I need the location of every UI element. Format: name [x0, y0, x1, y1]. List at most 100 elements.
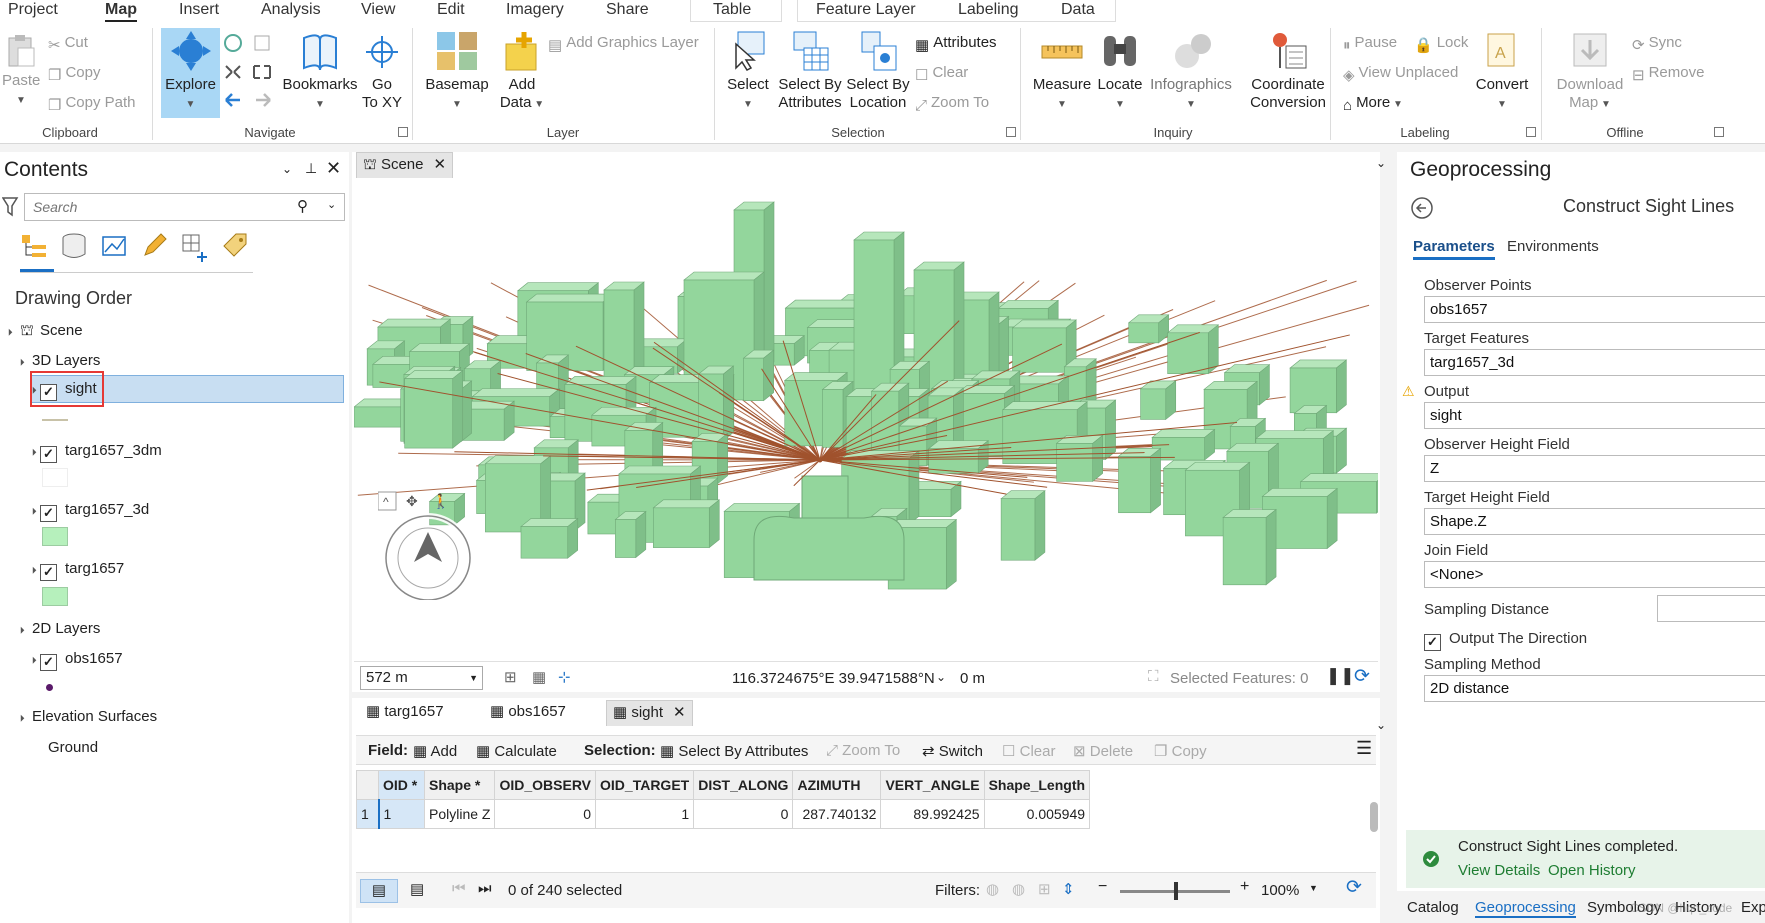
target-height-field-select[interactable]: Shape.Z [1424, 508, 1765, 535]
navigate-launcher-icon[interactable] [398, 127, 408, 137]
copy-button[interactable]: ❐ Copy [48, 64, 100, 85]
layer-targ1657-3d[interactable]: ✓ targ1657_3d [25, 501, 149, 522]
coordinate-conversion-button[interactable]: Coordinate Conversion [1236, 30, 1340, 112]
cell[interactable]: 0.005949 [983, 799, 1091, 829]
expand-triangle-icon[interactable] [13, 623, 25, 634]
tab-catalog[interactable]: Catalog [1407, 899, 1459, 916]
selection-launcher-icon[interactable] [1006, 127, 1016, 137]
tab-environments[interactable]: Environments [1507, 238, 1599, 255]
contents-search-input[interactable] [33, 195, 303, 219]
table-row[interactable]: 1 1 Polyline Z 0 1 0 287.740132 89.99242… [356, 799, 1091, 829]
ground-surface[interactable]: Ground [48, 739, 98, 756]
calculate-field-button[interactable]: ▦ Calculate [476, 742, 557, 760]
tab-project[interactable]: Project [8, 0, 58, 22]
scene-canvas[interactable]: ^ ✥ 🚶 [354, 180, 1378, 660]
chevron-down-icon[interactable]: ▼ [1309, 883, 1318, 893]
observer-height-field-select[interactable]: Z [1424, 455, 1765, 482]
2d-layers-node[interactable]: 2D Layers [13, 620, 100, 637]
layer-visibility-checkbox[interactable]: ✓ [40, 384, 57, 401]
previous-record-icon[interactable]: ⏮ [452, 880, 466, 897]
next-record-icon[interactable]: ⏭ [478, 880, 492, 897]
filter-definition-icon[interactable]: ⊞ [1038, 880, 1051, 898]
show-selected-records-icon[interactable]: ▤ [410, 880, 424, 898]
expand-triangle-icon[interactable] [13, 711, 25, 722]
cell[interactable]: 1 [377, 799, 425, 829]
close-icon[interactable]: ✕ [673, 704, 686, 721]
refresh-icon[interactable]: ⟳ [1346, 876, 1362, 899]
expand-triangle-icon[interactable] [25, 383, 37, 394]
snapping-icon[interactable]: ⊹ [558, 668, 571, 686]
table-clear-button[interactable]: ☐ Clear [1002, 742, 1055, 760]
tab-analysis[interactable]: Analysis [261, 0, 321, 22]
output-direction-checkbox[interactable]: ✓ [1424, 634, 1441, 651]
download-map-button[interactable]: Download Map ▼ [1552, 30, 1628, 114]
explore-button[interactable]: Explore ▼ [163, 30, 218, 114]
column-header[interactable]: OID_OBSERV [494, 770, 597, 800]
tab-insert[interactable]: Insert [179, 0, 219, 22]
add-graphics-layer-button[interactable]: ▤ Add Graphics Layer [548, 34, 699, 55]
layer-visibility-checkbox[interactable]: ✓ [40, 654, 57, 671]
tab-obs1657-table[interactable]: ▦ obs1657 [490, 700, 566, 726]
refresh-icon[interactable]: ⟳ [1354, 665, 1370, 688]
sort-icon[interactable]: ⇕ [1062, 880, 1075, 898]
pane-options-chevron-icon[interactable]: ⌄ [282, 162, 292, 176]
list-by-editing-icon[interactable] [140, 232, 168, 260]
navigator-control[interactable]: ^ ✥ 🚶 [378, 490, 478, 600]
convert-button[interactable]: A Convert ▼ [1472, 30, 1532, 114]
cell[interactable]: 89.992425 [880, 799, 985, 829]
cut-button[interactable]: ✂ Cut [48, 34, 88, 55]
remove-offline-button[interactable]: ⊟ Remove [1632, 64, 1704, 85]
3d-layers-node[interactable]: 3D Layers [13, 352, 100, 369]
bookmarks-button[interactable]: Bookmarks ▼ [280, 32, 360, 114]
zoom-slider-handle[interactable] [1174, 882, 1178, 900]
elevation-surfaces-node[interactable]: Elevation Surfaces [13, 708, 157, 725]
sync-button[interactable]: ⟳ Sync [1632, 34, 1682, 55]
cell[interactable]: 0 [494, 799, 597, 829]
pause-drawing-icon[interactable]: ❚❚ [1326, 666, 1355, 686]
select-by-attributes-button[interactable]: Select By Attributes [772, 30, 848, 112]
column-header[interactable]: OID * [378, 770, 425, 800]
output-direction-checkbox-row[interactable]: ✓ Output The Direction [1424, 630, 1587, 651]
switch-selection-button[interactable]: ⇄ Switch [922, 742, 983, 760]
locate-button[interactable]: Locate ▼ [1090, 30, 1150, 114]
view-details-link[interactable]: View Details [1458, 862, 1540, 879]
row-number[interactable]: 1 [356, 799, 379, 829]
layer-targ1657-3dm[interactable]: ✓ targ1657_3dm [25, 442, 162, 463]
open-history-link[interactable]: Open History [1548, 862, 1636, 879]
warning-icon[interactable]: ⚠ [1402, 383, 1415, 400]
cell[interactable]: 287.740132 [792, 799, 882, 829]
tab-export[interactable]: Exp [1741, 899, 1765, 916]
output-input[interactable]: sight [1424, 402, 1765, 429]
pause-labeling-button[interactable]: ⏸ Pause [1343, 34, 1397, 55]
list-by-selection-icon[interactable] [100, 232, 128, 260]
lock-labeling-button[interactable]: 🔒 Lock [1414, 34, 1468, 55]
list-by-snapping-icon[interactable] [180, 232, 210, 262]
more-labeling-button[interactable]: ⌂ More ▼ [1343, 94, 1403, 115]
tab-data[interactable]: Data [1061, 0, 1095, 22]
layer-obs1657[interactable]: ✓ obs1657 [25, 650, 123, 671]
column-header[interactable]: Shape * [423, 770, 496, 800]
filter-extent-icon[interactable]: ◍ [986, 880, 999, 898]
cell[interactable]: 1 [595, 799, 695, 829]
expand-triangle-icon[interactable] [13, 355, 25, 366]
tab-sight-table[interactable]: ▦ sight ✕ [606, 700, 693, 726]
tab-scene[interactable]: ⛫ Scene ✕ [356, 152, 454, 178]
close-icon[interactable]: ✕ [326, 158, 341, 179]
zoom-out-icon[interactable]: − [1098, 878, 1107, 896]
layer-visibility-checkbox[interactable]: ✓ [40, 505, 57, 522]
infographics-button[interactable]: Infographics ▼ [1147, 30, 1235, 114]
search-icon[interactable]: ⚲ [297, 197, 308, 215]
zoom-in-icon[interactable]: + [1240, 878, 1249, 896]
grid-icon[interactable]: ▦ [532, 668, 546, 686]
list-by-drawing-order-tab[interactable] [20, 232, 54, 272]
column-header[interactable]: OID_TARGET [595, 770, 695, 800]
layer-sight[interactable]: ✓ sight [25, 380, 97, 401]
expand-triangle-icon[interactable] [25, 445, 37, 456]
column-header[interactable]: Shape_Length [983, 770, 1091, 800]
add-data-button[interactable]: Add Data ▼ [494, 30, 550, 114]
tab-share[interactable]: Share [606, 0, 649, 22]
scene-node[interactable]: ⛫ Scene [1, 322, 83, 341]
table-copy-button[interactable]: ❐ Copy [1154, 742, 1207, 760]
navigate-small-tools[interactable] [222, 32, 278, 114]
column-header[interactable]: VERT_ANGLE [880, 770, 985, 800]
